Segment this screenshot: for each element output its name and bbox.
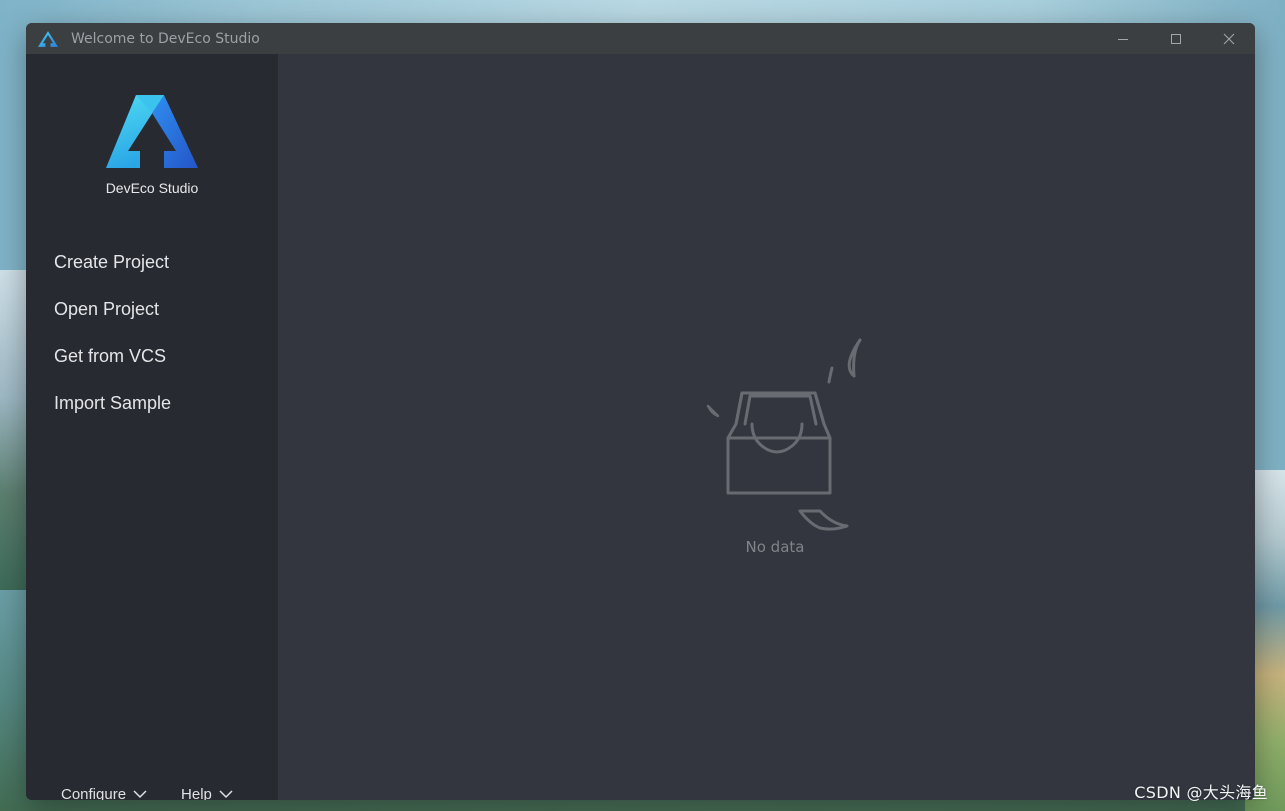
maximize-icon — [1170, 33, 1181, 44]
sidebar-nav: Create Project Open Project Get from VCS… — [54, 249, 171, 437]
close-button[interactable] — [1202, 23, 1255, 54]
empty-inbox-icon — [706, 338, 862, 531]
maximize-button[interactable] — [1149, 23, 1202, 54]
sidebar: DevEco Studio Create Project Open Projec… — [26, 54, 278, 800]
create-project-link[interactable]: Create Project — [54, 249, 171, 296]
window-controls — [1096, 23, 1255, 54]
import-sample-link[interactable]: Import Sample — [54, 390, 171, 437]
get-from-vcs-link[interactable]: Get from VCS — [54, 343, 171, 390]
watermark: CSDN @大头海鱼 — [1134, 783, 1268, 802]
help-dropdown[interactable]: Help — [181, 786, 233, 800]
minimize-icon — [1117, 38, 1128, 40]
deveco-logo-icon — [106, 95, 198, 168]
desktop-background: Welcome to DevEco Studio DevEco Studio C… — [0, 0, 1285, 811]
bottom-menu: Configure Help — [61, 786, 233, 800]
window-title: Welcome to DevEco Studio — [71, 30, 260, 47]
open-project-link[interactable]: Open Project — [54, 296, 171, 343]
deveco-logo-icon — [38, 30, 58, 47]
minimize-button[interactable] — [1096, 23, 1149, 54]
chevron-down-icon — [133, 790, 147, 799]
welcome-window: Welcome to DevEco Studio DevEco Studio C… — [26, 23, 1255, 800]
configure-dropdown[interactable]: Configure — [61, 786, 147, 800]
empty-state-text: No data — [745, 538, 805, 556]
projects-panel: No data — [278, 54, 1255, 800]
close-icon — [1223, 33, 1234, 44]
configure-label: Configure — [61, 786, 127, 800]
help-label: Help — [181, 786, 212, 800]
chevron-down-icon — [219, 790, 233, 799]
brand-name: DevEco Studio — [105, 180, 199, 196]
title-bar[interactable]: Welcome to DevEco Studio — [26, 23, 1255, 54]
